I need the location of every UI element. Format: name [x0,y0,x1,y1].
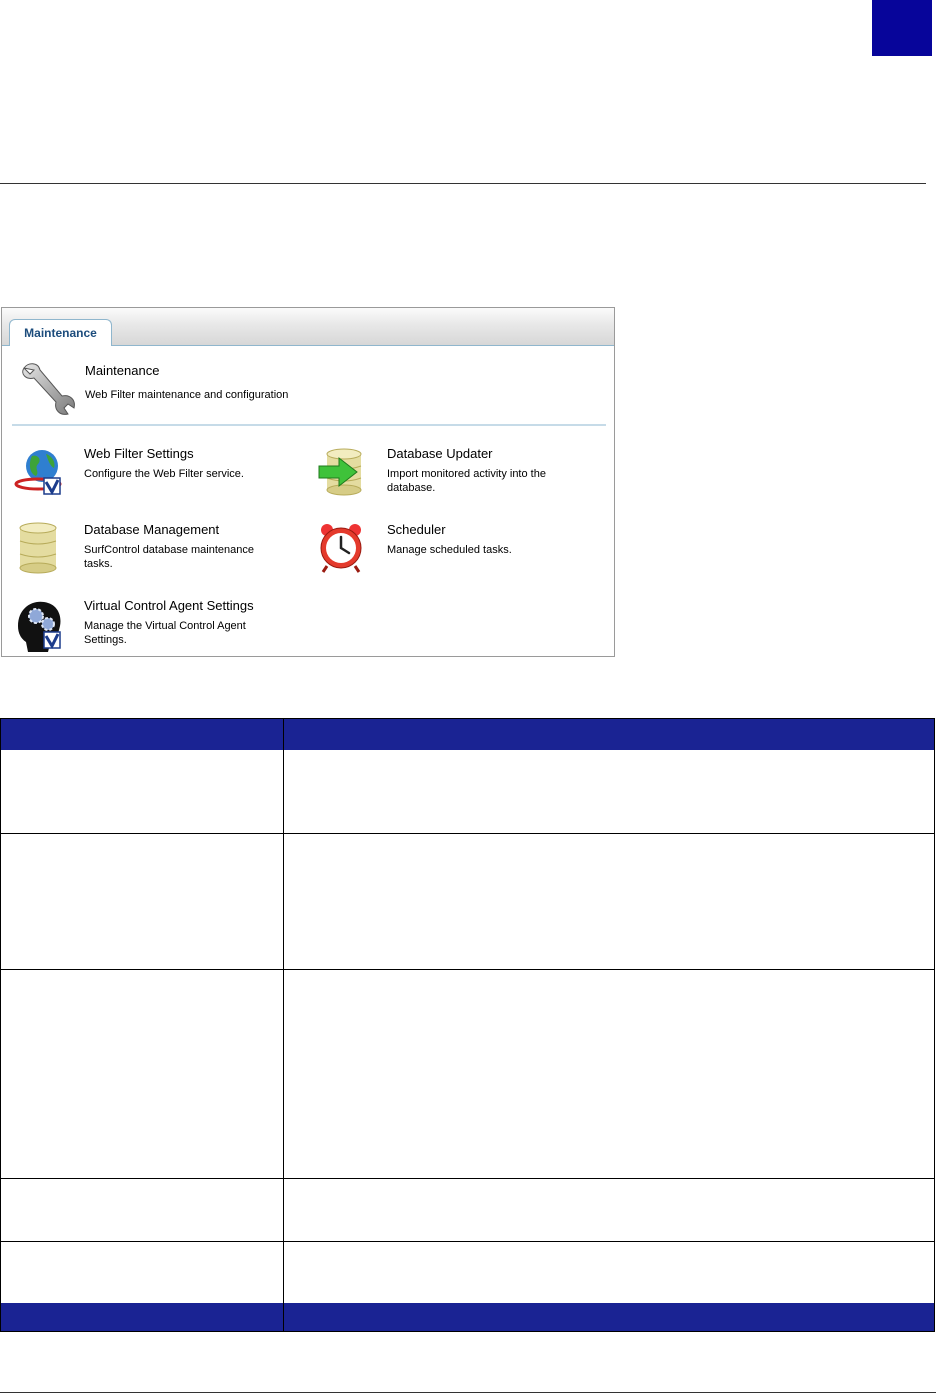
description-line: database. [387,482,436,494]
description-line: Manage the Virtual Control Agent [84,620,246,632]
database-updater-title[interactable]: Database Updater [387,446,493,461]
database-icon [19,522,57,574]
header-rule [0,183,926,184]
tab-maintenance[interactable]: Maintenance [9,319,112,346]
globe-check-icon [14,450,62,496]
virtual-control-agent-settings-title[interactable]: Virtual Control Agent Settings [84,598,254,613]
description-table [0,718,935,1332]
table-column-divider [283,719,284,1331]
database-management-description: SurfControl database maintenance tasks. [84,543,254,571]
table-row-divider [1,969,934,970]
tab-strip: Maintenance [2,308,614,346]
database-management-title[interactable]: Database Management [84,522,219,537]
web-filter-settings-title[interactable]: Web Filter Settings [84,446,194,461]
head-gears-icon [18,601,61,652]
wrench-icon [22,363,75,415]
maintenance-screenshot: Maintenance Maintenance Web Filter maint… [1,307,615,657]
web-filter-settings-description: Configure the Web Filter service. [84,467,244,481]
scheduler-description: Manage scheduled tasks. [387,543,512,557]
description-line: SurfControl database maintenance [84,544,254,556]
separator [12,424,606,426]
maintenance-description: Web Filter maintenance and configuration [85,389,289,401]
virtual-control-agent-settings-description: Manage the Virtual Control Agent Setting… [84,619,246,647]
table-row-divider [1,1241,934,1242]
table-footer-row [1,1303,934,1331]
description-line: Configure the Web Filter service. [84,468,244,480]
maintenance-title: Maintenance [85,363,160,378]
database-updater-description: Import monitored activity into the datab… [387,467,546,495]
database-arrow-icon [318,448,362,496]
description-line: Manage scheduled tasks. [387,544,512,556]
description-line: Settings. [84,634,127,646]
description-line: tasks. [84,558,113,570]
scheduler-title[interactable]: Scheduler [387,522,446,537]
description-line: Import monitored activity into the [387,468,546,480]
table-row-divider [1,1178,934,1179]
table-header-row [1,719,934,750]
footer-rule [0,1392,936,1393]
alarm-clock-icon [320,524,362,573]
chapter-tab-marker [872,0,932,56]
table-row-divider [1,833,934,834]
